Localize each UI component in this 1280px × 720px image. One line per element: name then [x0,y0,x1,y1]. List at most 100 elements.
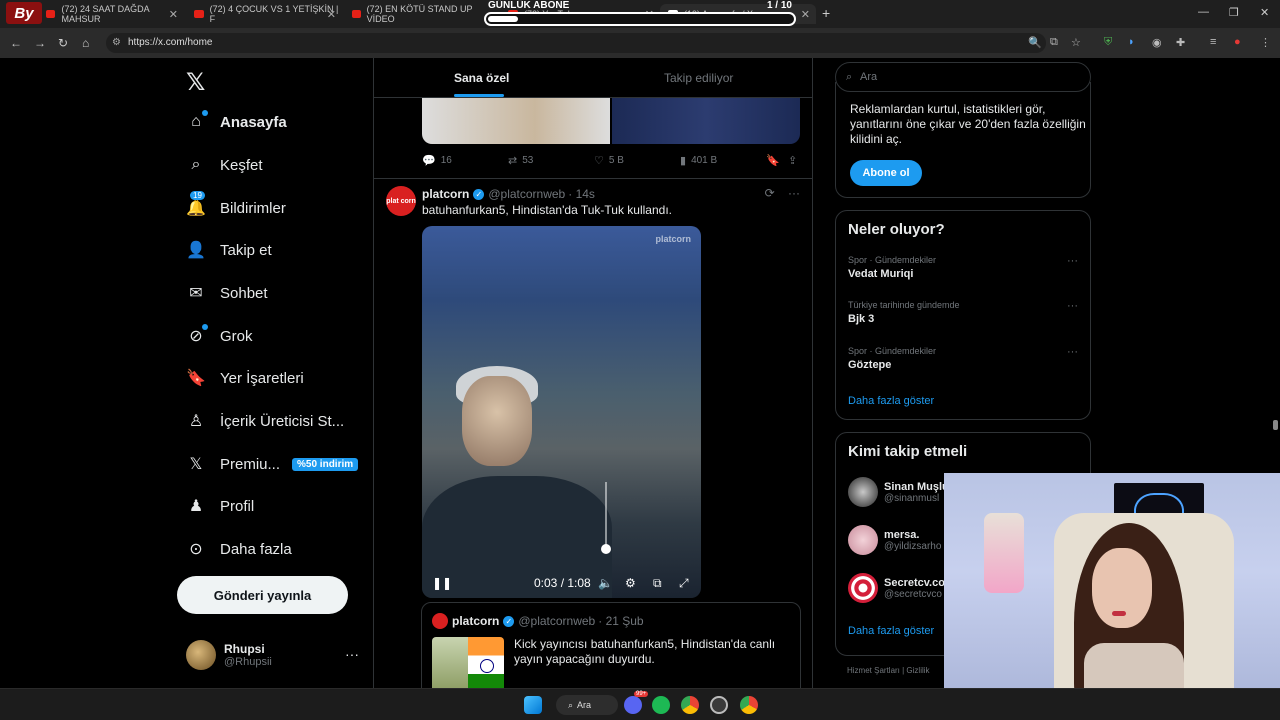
cast-icon[interactable]: ⧉ [1050,36,1058,49]
bookmark-button[interactable]: 🔖 [766,154,785,167]
close-tab-icon[interactable]: ✕ [169,8,178,21]
app-icon[interactable] [710,696,728,714]
extension-icon[interactable]: ◉ [1152,36,1162,49]
sidebar-item-notifications[interactable]: 🔔 19 Bildirimler [186,191,286,218]
sidebar-item-more[interactable]: ⊙ Daha fazla [186,539,291,559]
tweet-text: batuhanfurkan5, Hindistan'da Tuk-Tuk kul… [422,203,672,217]
footer-links[interactable]: Hizmet Şartları | Gizlilik [847,666,930,675]
share-button[interactable]: ⇪ [788,154,802,167]
picture-in-picture-icon[interactable]: ⧉ [653,576,662,591]
volume-icon[interactable]: 🔈 [598,576,613,590]
volume-slider[interactable] [601,482,611,557]
discord-icon[interactable]: 99+ [624,691,649,714]
video-player[interactable]: platcorn ❚❚ 0:03 / 1:08 🔈 ⚙ ⧉ ⤢ [422,226,701,598]
profile-avatar-icon[interactable]: ● [1234,36,1241,48]
fullscreen-icon[interactable]: ⤢ [679,576,689,591]
sidebar-item-grok[interactable]: ⊘ Grok [186,324,253,346]
x-logo-icon[interactable]: 𝕏 [186,68,205,97]
subscribe-button[interactable]: Abone ol [850,160,922,186]
sidebar-item-home[interactable]: ⌂ Anasayfa [186,110,287,132]
x-premium-icon: 𝕏 [189,456,203,473]
avatar[interactable]: plat corn [386,186,416,216]
show-more-link[interactable]: Daha fazla göster [848,625,934,637]
sidebar-item-follow[interactable]: 👤 Takip et [186,240,272,260]
close-window-icon[interactable]: ✕ [1260,6,1269,19]
sidebar-item-profile[interactable]: ♟ Profil [186,496,254,516]
trend-item[interactable]: Spor · Gündemdekiler Vedat Muriqi ··· [848,255,1078,280]
post-button[interactable]: Gönderi yayınla [177,576,348,614]
sidebar-item-creator-studio[interactable]: ♙ İçerik Üreticisi St... [186,411,344,431]
tweet-author-name[interactable]: platcorn [422,187,469,201]
sidebar-item-label: Yer İşaretleri [220,369,304,387]
browser-tab[interactable]: (72) EN KÖTÜ STAND UP VİDEO [344,4,484,24]
sidebar-item-bookmarks[interactable]: 🔖 Yer İşaretleri [186,368,304,388]
tweet-author-handle[interactable]: @platcornweb [488,187,565,201]
repost-button[interactable]: ⇄ 53 [508,154,533,167]
spotify-icon[interactable] [652,696,670,714]
video-controls: ❚❚ 0:03 / 1:08 🔈 ⚙ ⧉ ⤢ [422,568,701,598]
zoom-icon[interactable]: 🔍 [1028,36,1042,49]
search-icon: ⌕ [846,71,853,83]
bookmark-star-icon[interactable]: ☆ [1071,36,1081,49]
maximize-icon[interactable]: ❐ [1229,6,1239,19]
sidebar-item-explore[interactable]: ⌕ Keşfet [186,155,263,175]
chrome-icon[interactable] [681,696,699,714]
settings-gear-icon[interactable]: ⚙ [625,576,636,590]
close-tab-icon[interactable]: ✕ [801,8,810,21]
reply-button[interactable]: 💬 16 [422,154,452,167]
pause-icon[interactable]: ❚❚ [432,576,452,590]
browser-tab[interactable]: (72) 24 SAAT DAĞDA MAHSUR ✕ [38,4,184,24]
notification-count-badge: 19 [190,191,205,200]
reply-icon: 💬 [422,155,436,167]
more-horizontal-icon[interactable]: ··· [788,186,800,200]
account-name: Rhupsi [224,642,265,656]
account-switcher[interactable]: Rhupsi @Rhupsii [186,640,272,670]
browser-tab[interactable]: (72) 4 ÇOCUK VS 1 YETİŞKİN | F ✕ [186,4,342,24]
url-field[interactable]: ⚙ https://x.com/home [106,33,1046,53]
more-horizontal-icon[interactable]: ··· [345,646,359,662]
views-button[interactable]: ▮ 401 B [680,154,717,167]
trend-item[interactable]: Türkiye tarihinde gündemde Bjk 3 ··· [848,300,1078,325]
sidebar-item-messages[interactable]: ✉ Sohbet [186,283,267,303]
home-icon[interactable]: ⌂ [82,36,89,50]
close-tab-icon[interactable]: ✕ [327,8,336,21]
forward-icon[interactable]: → [34,36,46,50]
minimize-icon[interactable]: — [1198,6,1209,18]
extension-icon[interactable]: ◗ [1128,36,1135,48]
chrome-active-icon[interactable] [740,696,758,714]
repost-icon: ⇄ [508,155,518,167]
new-tab-icon[interactable]: + [822,5,830,21]
sidebar-item-label: Grok [220,327,253,345]
sidebar-item-premium[interactable]: 𝕏 Premiu... %50 indirim [186,454,359,474]
volume-slider-handle[interactable] [601,544,611,554]
extensions-puzzle-icon[interactable]: ✚ [1176,36,1185,49]
more-horizontal-icon[interactable]: ··· [1067,300,1078,312]
tab-following[interactable]: Takip ediliyor [664,71,733,85]
back-icon[interactable]: ← [10,36,22,50]
search-icon: ⌕ [191,156,201,173]
show-more-link[interactable]: Daha fazla göster [848,395,934,407]
taskbar-search[interactable]: ⌕ Ara [556,695,618,715]
grok-explain-icon[interactable]: ⟳ [765,186,775,200]
suggestion-name: mersa. [884,528,920,541]
shield-extension-icon[interactable]: ⛨ [1104,36,1112,49]
tab-for-you[interactable]: Sana özel [454,71,509,85]
tweet-time[interactable]: · 14s [568,187,595,201]
account-handle: @Rhupsii [224,656,272,668]
reading-list-icon[interactable]: ≡ [1210,36,1216,48]
like-button[interactable]: ♡ 5 B [594,154,624,167]
trend-item[interactable]: Spor · Gündemdekiler Göztepe ··· [848,346,1078,371]
menu-kebab-icon[interactable]: ⋮ [1260,36,1271,49]
youtube-icon [46,10,56,18]
more-horizontal-icon[interactable]: ··· [1067,255,1078,267]
goal-progress-bar [484,12,796,26]
reload-icon[interactable]: ↻ [58,36,68,50]
start-button-icon[interactable] [524,696,542,714]
quoted-tweet-header: platcorn ✓ @platcornweb · 21 Şub [452,614,644,628]
search-input[interactable]: ⌕ Ara [835,62,1091,92]
quoted-tweet[interactable]: platcorn ✓ @platcornweb · 21 Şub Kick ya… [421,602,801,688]
site-info-icon[interactable]: ⚙ [112,33,121,53]
quoted-tweet-image [432,637,504,688]
previous-tweet-media[interactable] [422,98,800,144]
more-horizontal-icon[interactable]: ··· [1067,346,1078,358]
